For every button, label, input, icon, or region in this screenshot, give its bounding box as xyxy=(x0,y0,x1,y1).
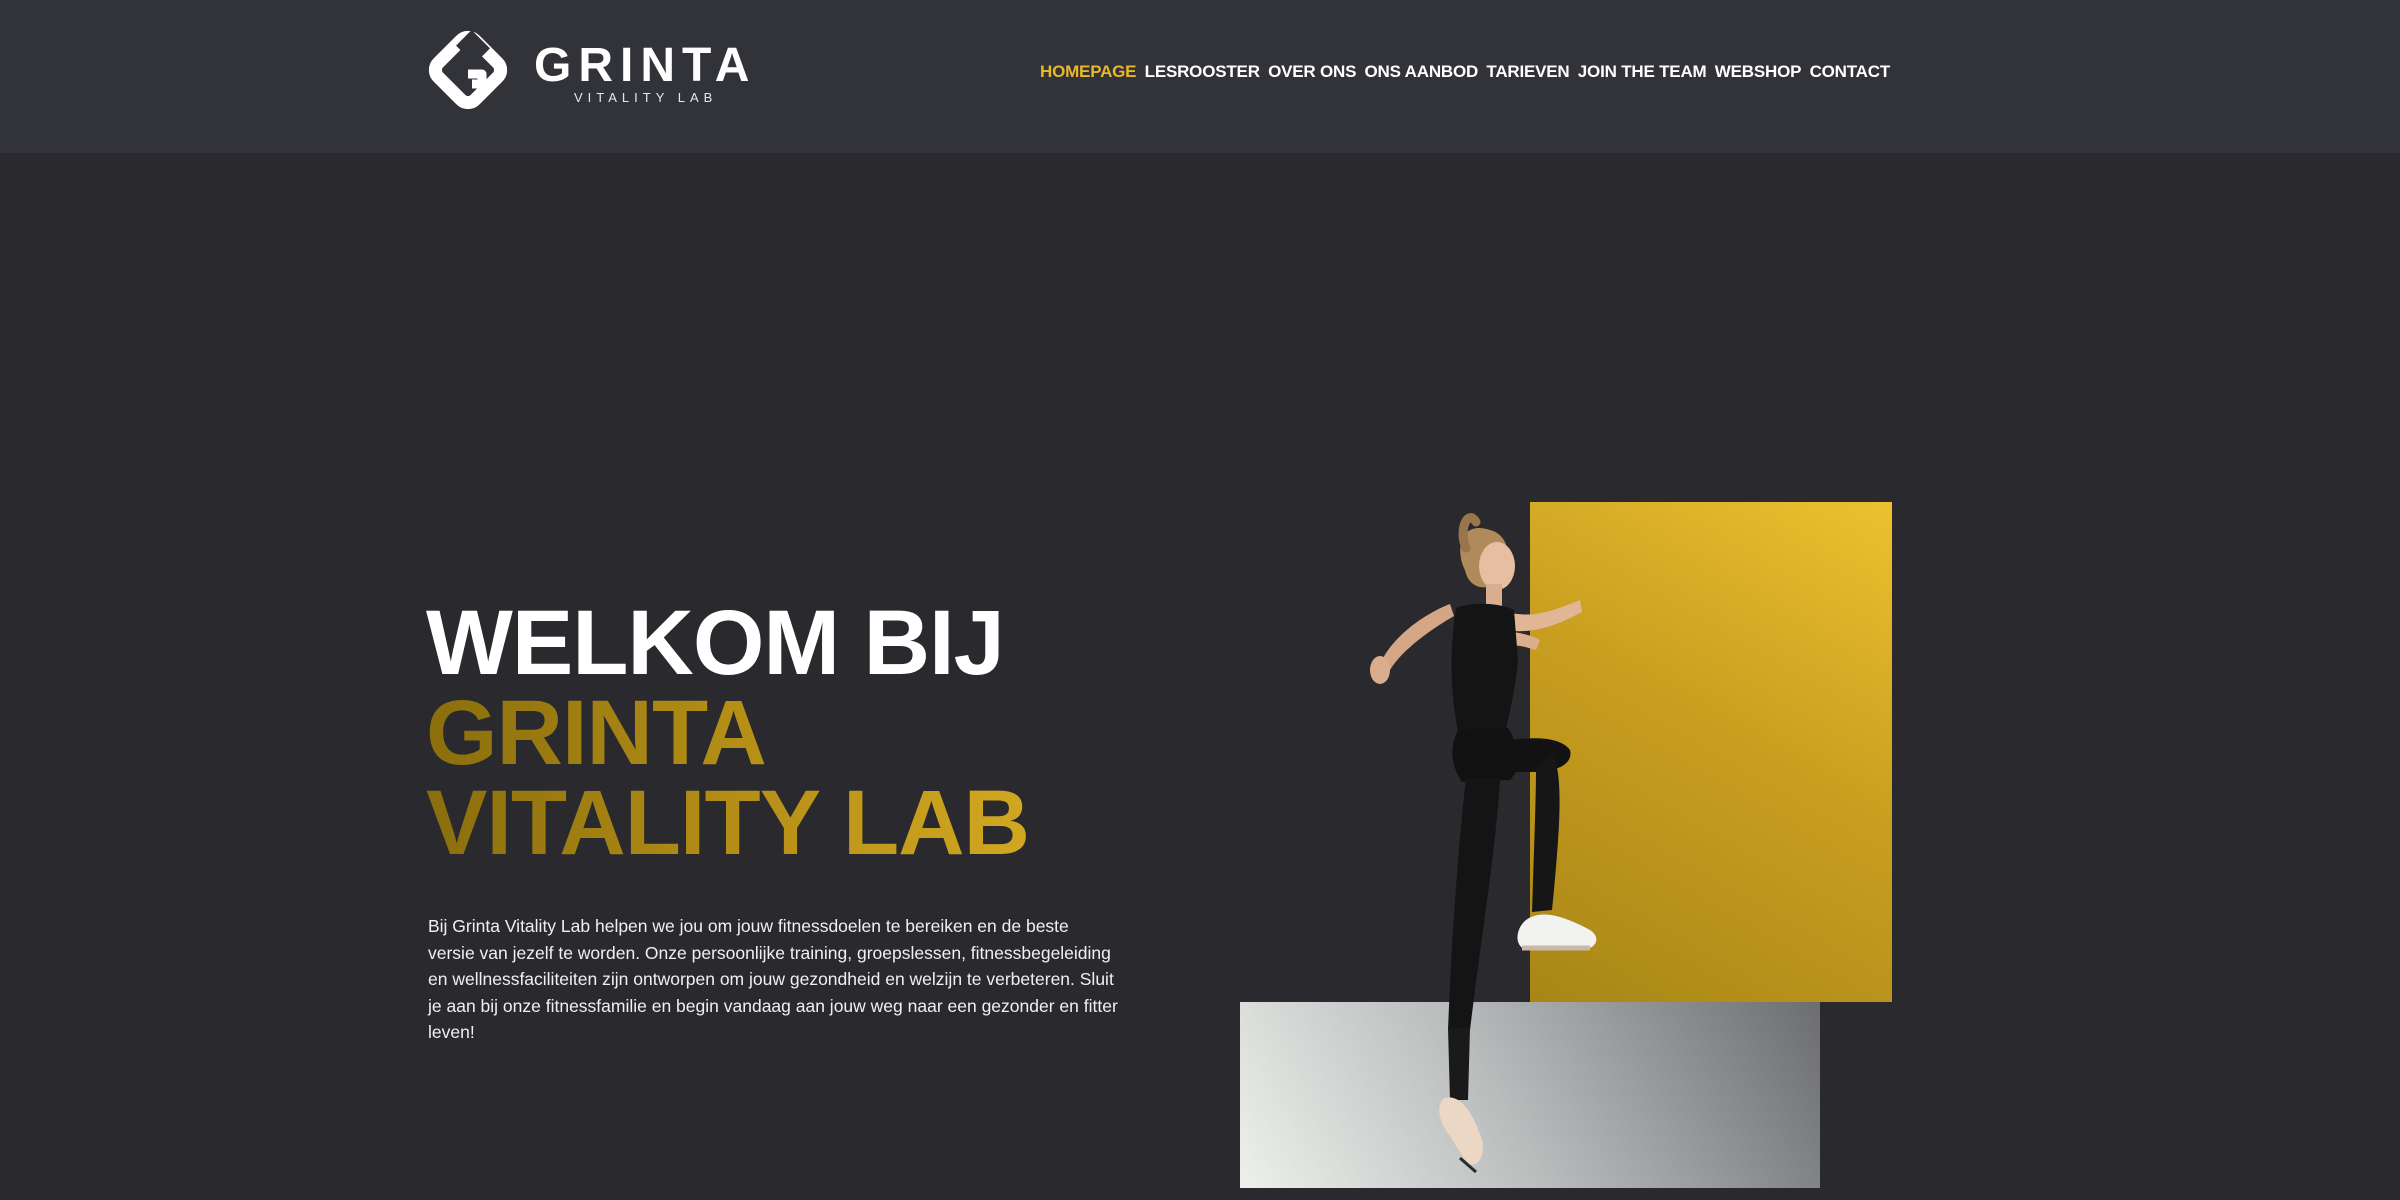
nav-item-webshop[interactable]: WEBSHOP xyxy=(1715,58,1802,86)
site-header: GRINTA VITALITY LAB HOMEPAGE LESROOSTER … xyxy=(0,0,2400,153)
hero-title-line-2: GRINTA xyxy=(426,687,1106,779)
nav-item-ons-aanbod[interactable]: ONS AANBOD xyxy=(1365,58,1479,86)
nav-item-homepage[interactable]: HOMEPAGE xyxy=(1040,58,1137,86)
brand-tagline: VITALITY LAB xyxy=(574,90,718,105)
main-navigation: HOMEPAGE LESROOSTER OVER ONS ONS AANBOD … xyxy=(1040,58,1890,86)
nav-item-lesrooster[interactable]: LESROOSTER xyxy=(1145,58,1260,86)
nav-item-over-ons[interactable]: OVER ONS xyxy=(1268,58,1356,86)
logo-link[interactable]: GRINTA VITALITY LAB xyxy=(426,22,749,122)
hero-title-line-1: WELKOM BIJ xyxy=(426,592,1005,694)
nav-item-join-the-team[interactable]: JOIN THE TEAM xyxy=(1578,58,1707,86)
brand-name: GRINTA xyxy=(534,39,757,92)
grinta-logo-icon xyxy=(428,30,508,110)
hero-title: WELKOM BIJ GRINTA VITALITY LAB xyxy=(426,592,1106,869)
nav-item-contact[interactable]: CONTACT xyxy=(1810,58,1891,86)
hero-description: Bij Grinta Vitality Lab helpen we jou om… xyxy=(428,916,1118,1042)
hero-title-line-3: VITALITY LAB xyxy=(426,777,1106,869)
nav-item-tarieven[interactable]: TARIEVEN xyxy=(1486,58,1569,86)
running-woman-image xyxy=(1370,513,1597,1174)
